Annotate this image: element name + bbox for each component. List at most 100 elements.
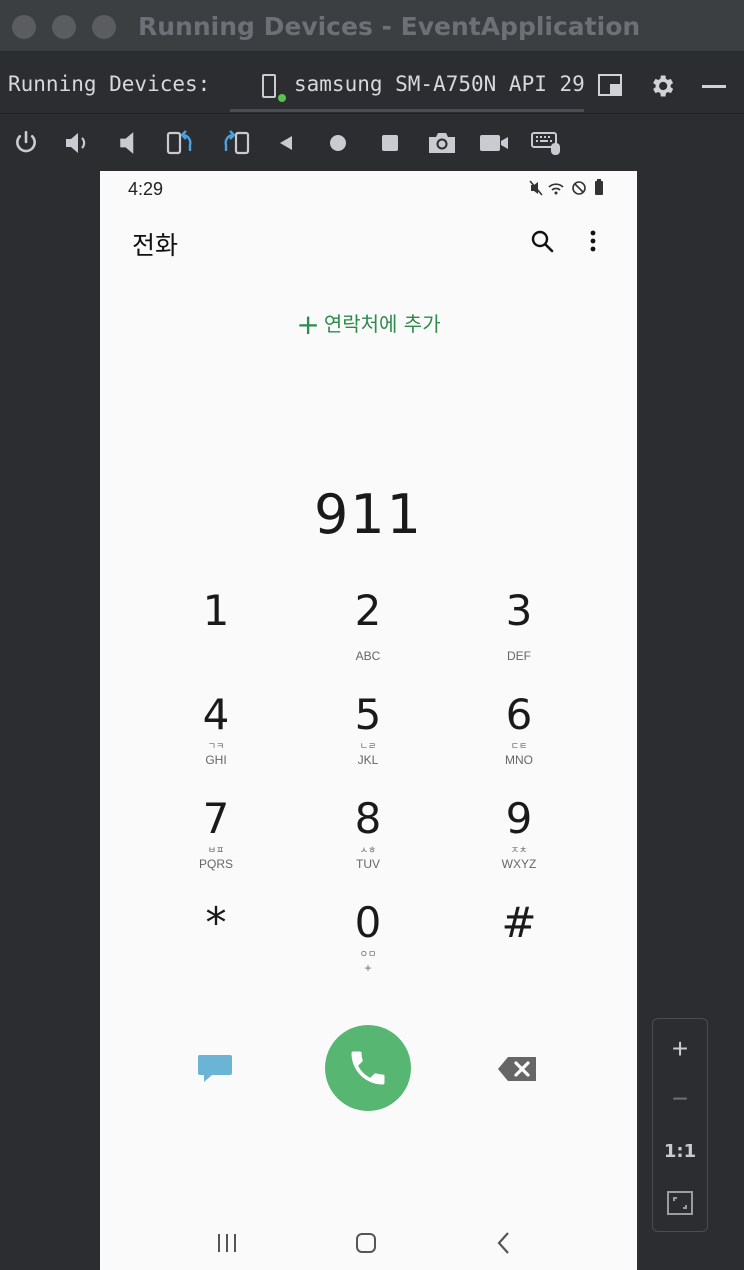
blocked-icon: [572, 181, 586, 195]
restore-layout-icon[interactable]: [598, 74, 622, 96]
dial-key-letters: DEF: [507, 649, 531, 663]
rotate-right-button[interactable]: [218, 127, 250, 159]
dial-key-5[interactable]: 5 ㄴㄹ JKL: [303, 691, 433, 787]
dial-key-digit: 7: [202, 794, 230, 843]
dial-key-4[interactable]: 4 ㄱㅋ GHI: [151, 691, 281, 787]
back-nav-icon[interactable]: [496, 1231, 512, 1255]
screenshot-button[interactable]: [426, 127, 458, 159]
mute-icon: [529, 180, 543, 196]
dial-key-letters: PQRS: [198, 857, 233, 871]
backspace-icon: [498, 1057, 536, 1081]
call-button[interactable]: [325, 1025, 411, 1111]
zoom-controls: + − 1:1: [652, 1018, 708, 1232]
dial-key-korean: ㄴㄹ: [359, 742, 377, 752]
dial-key-2[interactable]: 2 ABC: [303, 587, 433, 683]
home-button[interactable]: [322, 127, 354, 159]
dial-key-korean: ㅈㅊ: [510, 846, 528, 856]
dial-key-korean: ㅇㅁ: [359, 950, 377, 960]
gear-icon[interactable]: [648, 72, 676, 100]
device-online-indicator: [278, 94, 286, 102]
dial-key-letters: +: [364, 961, 372, 975]
wifi-icon: [548, 183, 564, 195]
dial-key-digit: 9: [505, 794, 533, 843]
running-devices-header: Running Devices: samsung SM-A750N API 29: [0, 52, 744, 114]
dial-key-digit: #: [501, 898, 537, 947]
dialed-number: 911: [313, 483, 424, 546]
volume-down-icon: [120, 132, 134, 154]
zoom-window-button[interactable]: [92, 15, 116, 39]
dial-key-letters: MNO: [505, 753, 533, 767]
plus-icon: +: [296, 308, 320, 341]
dial-key-3[interactable]: 3 DEF: [454, 587, 584, 683]
back-button[interactable]: [270, 127, 302, 159]
recent-apps-icon[interactable]: [216, 1233, 238, 1253]
hide-panel-icon[interactable]: [702, 85, 726, 88]
dial-key-1[interactable]: 1: [151, 587, 281, 683]
dial-key-digit: 4: [202, 690, 230, 739]
volume-up-icon: [66, 133, 86, 153]
dial-key-digit: 8: [354, 794, 382, 843]
add-contact-label: 연락처에 추가: [323, 312, 441, 336]
dial-key-star[interactable]: *: [151, 899, 281, 995]
dial-key-digit: *: [205, 898, 227, 947]
minimize-window-button[interactable]: [52, 15, 76, 39]
device-tab-label: samsung SM-A750N API 29: [294, 72, 584, 96]
status-icons: [529, 179, 603, 196]
dial-key-0[interactable]: 0 ㅇㅁ +: [303, 899, 433, 995]
add-contact-button[interactable]: + 연락처에 추가: [100, 308, 637, 341]
close-window-button[interactable]: [12, 15, 36, 39]
phone-device-icon: [262, 74, 276, 98]
zoom-in-button[interactable]: +: [653, 1029, 707, 1069]
rotate-right-icon: [224, 130, 250, 155]
dial-key-7[interactable]: 7 ㅂㅍ PQRS: [151, 795, 281, 891]
dial-key-digit: 0: [354, 898, 382, 947]
rotate-left-icon: [166, 130, 192, 155]
running-devices-label: Running Devices:: [8, 72, 211, 96]
dial-key-letters: WXYZ: [501, 857, 537, 871]
message-bubble-icon: [198, 1055, 232, 1082]
dial-key-letters: GHI: [205, 753, 227, 767]
overview-button[interactable]: [374, 127, 406, 159]
message-button[interactable]: [196, 1049, 236, 1089]
dial-key-korean: ㄷㅌ: [510, 742, 528, 752]
keyboard-mouse-button[interactable]: [530, 127, 562, 159]
fit-screen-icon: [667, 1191, 693, 1215]
dial-key-digit: 5: [354, 690, 382, 739]
overview-square-icon: [382, 135, 398, 151]
power-icon: [16, 130, 36, 153]
app-title: 전화: [132, 231, 179, 260]
search-icon[interactable]: [530, 229, 554, 253]
window-titlebar: Running Devices - EventApplication: [0, 0, 744, 52]
actual-size-button[interactable]: 1:1: [653, 1131, 707, 1171]
window-title: Running Devices - EventApplication: [138, 12, 641, 41]
dial-key-digit: 3: [505, 586, 533, 635]
home-nav-icon[interactable]: [354, 1231, 378, 1255]
dial-key-letters: JKL: [357, 753, 379, 767]
rotate-left-button[interactable]: [166, 127, 198, 159]
device-tab[interactable]: samsung SM-A750N API 29: [230, 60, 584, 112]
volume-up-button[interactable]: [62, 127, 94, 159]
dial-key-hash[interactable]: #: [454, 899, 584, 995]
dial-key-korean: ㅅㅎ: [359, 846, 377, 856]
keyboard-icon: [531, 132, 560, 155]
dial-key-digit: 6: [505, 690, 533, 739]
dial-key-korean: ㅂㅍ: [207, 846, 225, 856]
back-triangle-icon: [280, 136, 292, 150]
dial-key-letters: TUV: [356, 857, 380, 871]
zoom-out-button[interactable]: −: [653, 1079, 707, 1119]
dial-key-korean: ㄱㅋ: [207, 742, 225, 752]
device-toolbar: [0, 115, 744, 171]
delete-button[interactable]: [496, 1053, 540, 1085]
power-button[interactable]: [10, 127, 42, 159]
dial-key-letters: ABC: [355, 649, 381, 663]
dial-key-6[interactable]: 6 ㄷㅌ MNO: [454, 691, 584, 787]
more-options-icon[interactable]: [589, 229, 597, 253]
dial-key-9[interactable]: 9 ㅈㅊ WXYZ: [454, 795, 584, 891]
screen-record-button[interactable]: [478, 127, 510, 159]
fit-screen-button[interactable]: [653, 1183, 707, 1223]
dial-key-8[interactable]: 8 ㅅㅎ TUV: [303, 795, 433, 891]
device-screen[interactable]: 4:29 전화 + 연락처에 추가 911 1 2 ABC 3 DEF 4 ㄱㅋ GHI 5 ㄴㄹ J…: [100, 171, 637, 1270]
video-camera-icon: [480, 135, 508, 151]
volume-down-button[interactable]: [114, 127, 146, 159]
home-circle-icon: [330, 135, 346, 151]
